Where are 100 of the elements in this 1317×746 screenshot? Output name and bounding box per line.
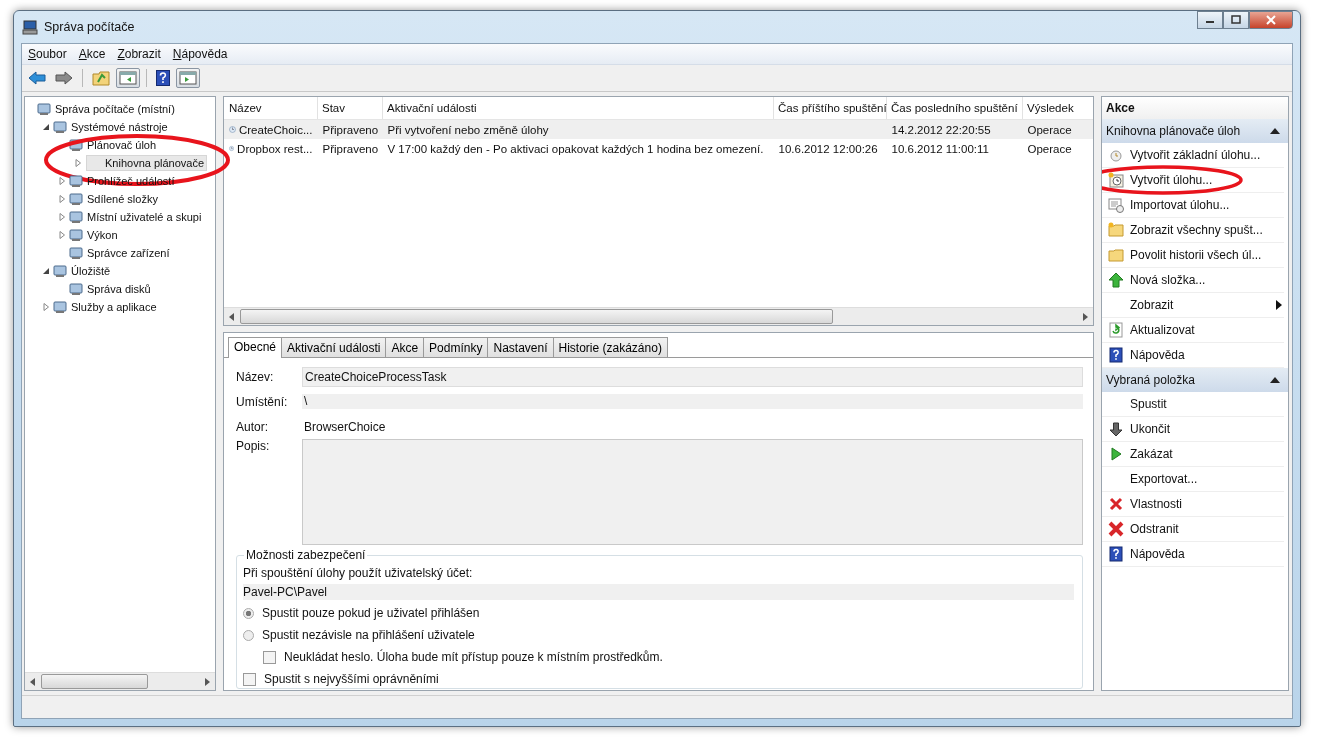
tree-item[interactable]: Místní uživatelé a skupi — [86, 210, 203, 224]
forward-arrow-icon — [55, 70, 73, 86]
section-header[interactable]: Knihovna plánovače úloh — [1102, 119, 1288, 143]
node-icon — [68, 281, 84, 297]
action-link[interactable]: Ukončit — [1130, 422, 1170, 436]
node-icon — [68, 173, 84, 189]
help-button[interactable] — [153, 68, 173, 88]
field-label: Název: — [236, 369, 275, 384]
collapse-arrow-icon[interactable] — [42, 267, 50, 275]
action-link[interactable]: Nápověda — [1130, 348, 1185, 362]
expand-arrow-icon[interactable] — [58, 213, 66, 221]
tab[interactable]: Podmínky — [423, 337, 489, 357]
section-title: Vybraná položka — [1106, 373, 1195, 387]
action-link[interactable]: Vlastnosti — [1130, 497, 1183, 511]
menu-item[interactable]: Nápověda — [166, 47, 234, 61]
table-cell: Dropbox rest... — [237, 142, 313, 155]
collapse-arrow-icon[interactable] — [1270, 377, 1280, 383]
table-cell: Připraveno — [322, 123, 379, 136]
tab[interactable]: Akce — [385, 337, 425, 357]
node-icon — [52, 299, 68, 315]
tab[interactable]: Nastavení — [487, 337, 554, 357]
show-tree-button[interactable] — [116, 68, 140, 88]
tab[interactable]: Historie (zakázáno) — [552, 337, 668, 357]
table-cell: CreateChoic... — [239, 123, 313, 136]
location-field[interactable]: \ — [302, 394, 1083, 409]
horizontal-scrollbar[interactable] — [224, 307, 1093, 325]
action-link[interactable]: Aktualizovat — [1130, 323, 1195, 337]
action-link[interactable]: Povolit historii všech úl... — [1130, 248, 1262, 262]
expand-arrow-icon[interactable] — [42, 303, 50, 311]
radio-button[interactable] — [243, 629, 254, 641]
action-link[interactable]: Zobrazit — [1130, 298, 1174, 312]
clock-icon — [1108, 147, 1124, 163]
expand-arrow-icon[interactable] — [58, 177, 66, 185]
tree-item[interactable]: Správa počítače (místní) — [54, 102, 176, 116]
expand-arrow-icon[interactable] — [58, 231, 66, 239]
action-link[interactable]: Importovat úlohu... — [1130, 198, 1230, 212]
node-icon — [68, 137, 84, 153]
help-icon — [1108, 347, 1124, 363]
folder-icon — [1108, 247, 1124, 263]
column-header[interactable]: Název — [224, 97, 318, 120]
node-icon — [52, 263, 68, 279]
new-clock-icon — [1108, 172, 1124, 188]
tree-item[interactable]: Výkon — [86, 228, 119, 242]
expand-arrow-icon[interactable] — [74, 159, 82, 167]
tree-item[interactable]: Úložiště — [70, 264, 112, 278]
account-value: Pavel-PC\Pavel — [243, 584, 1074, 600]
checkbox[interactable] — [263, 650, 276, 664]
tree-item[interactable]: Správa disků — [86, 282, 152, 296]
collapse-arrow-icon[interactable] — [1270, 128, 1280, 134]
table-cell: Připraveno — [322, 142, 379, 155]
action-link[interactable]: Odstranit — [1130, 522, 1179, 536]
account-label: Při spouštění úlohy použít uživatelský účet: — [243, 566, 474, 580]
section-header[interactable]: Vybraná položka — [1102, 368, 1288, 392]
node-icon — [68, 245, 84, 261]
action-link[interactable]: Vytvořit základní úlohu... — [1130, 148, 1261, 162]
tree-item[interactable]: Správce zařízení — [86, 246, 171, 260]
tree-item[interactable]: Plánovač úloh — [86, 138, 158, 152]
checkbox[interactable] — [243, 672, 256, 686]
tree-item[interactable]: Sdílené složky — [86, 192, 159, 206]
action-link[interactable]: Nápověda — [1130, 547, 1185, 561]
action-link[interactable]: Zobrazit všechny spušt... — [1130, 223, 1263, 237]
menu-item[interactable]: Akce — [72, 47, 112, 61]
name-field[interactable]: CreateChoiceProcessTask — [302, 366, 1083, 387]
action-link[interactable]: Spustit — [1130, 397, 1167, 411]
node-icon — [36, 101, 52, 117]
folder-icon — [92, 70, 110, 86]
radio-button[interactable] — [243, 607, 254, 619]
table-row[interactable]: Dropbox rest... Připraveno V 17:00 každý den - Po aktivaci opakovat každých 1 hodina bez omezení. 10.6.2012 12:00:26 10.6.2012 11:00:11 Operace — [224, 139, 1093, 158]
expand-arrow-icon[interactable] — [58, 195, 66, 203]
minimize-button[interactable] — [1197, 11, 1223, 29]
maximize-button[interactable] — [1223, 11, 1249, 29]
tree-item[interactable]: Knihovna plánovače — [86, 155, 208, 171]
folder-icon — [1108, 222, 1124, 238]
menu-item[interactable]: Soubor — [22, 47, 73, 61]
tab[interactable]: Aktivační události — [281, 337, 387, 357]
menu-item[interactable]: Zobrazit — [111, 47, 167, 61]
column-header[interactable]: Aktivační události — [382, 97, 774, 120]
table-cell: 10.6.2012 12:00:26 — [778, 142, 878, 155]
section-title: Knihovna plánovače úloh — [1106, 124, 1241, 138]
table-row[interactable]: CreateChoic... Připraveno Při vytvoření nebo změně úlohy 14.2.2012 22:20:55 Operace — [224, 119, 1093, 139]
column-header[interactable]: Čas posledního spuštění — [886, 97, 1023, 120]
action-link[interactable]: Exportovat... — [1130, 472, 1198, 486]
tab[interactable]: Obecné — [228, 337, 283, 358]
horizontal-scrollbar[interactable] — [25, 672, 215, 690]
up-folder-button[interactable] — [89, 68, 113, 88]
column-header[interactable]: Výsledek — [1022, 97, 1093, 120]
back-arrow-icon — [28, 70, 46, 86]
collapse-arrow-icon[interactable] — [42, 123, 50, 131]
close-button[interactable] — [1249, 11, 1293, 29]
pane-icon — [119, 70, 137, 86]
column-header[interactable]: Stav — [317, 97, 383, 120]
action-link[interactable]: Zakázat — [1130, 447, 1173, 461]
action-link[interactable]: Nová složka... — [1130, 273, 1206, 287]
tree-item[interactable]: Systémové nástroje — [70, 120, 169, 134]
description-field[interactable] — [302, 439, 1083, 545]
tree-item[interactable]: Služby a aplikace — [70, 300, 158, 314]
column-header[interactable]: Čas příštího spuštění — [773, 97, 887, 120]
field-label: Popis: — [236, 439, 271, 453]
table-cell: V 17:00 každý den - Po aktivaci opakovat každých 1 hodina bez omezení. — [387, 142, 764, 155]
play-icon — [1108, 446, 1124, 462]
